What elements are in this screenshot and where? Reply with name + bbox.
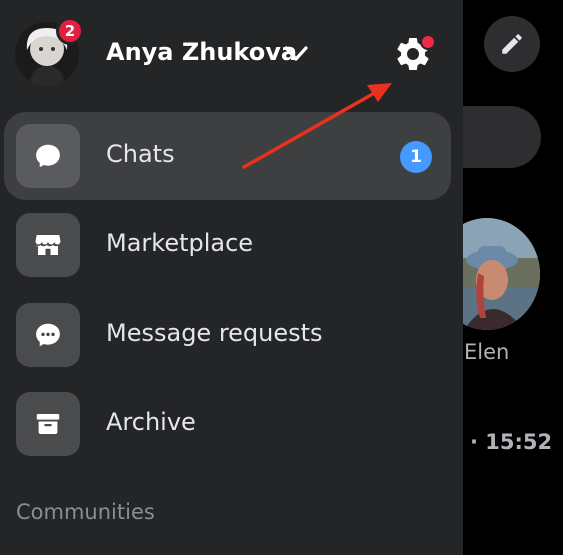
unread-count-badge: 1 [400,141,432,173]
notification-badge: 2 [56,17,84,45]
pencil-icon [502,34,522,54]
settings-notification-dot [420,34,436,50]
navigation-drawer: 2 Anya Zhukova Chats 1 Marketplace Messa… [0,0,463,555]
chevron-down-icon[interactable] [281,42,311,66]
message-requests-icon [16,303,80,367]
search-bar-background[interactable] [463,106,541,168]
menu-item-label: Chats [106,140,175,168]
menu-item-label: Marketplace [106,229,254,257]
menu-item-message-requests[interactable]: Message requests [4,291,451,379]
menu-item-chats[interactable]: Chats 1 [4,112,451,200]
menu-item-archive[interactable]: Archive [4,380,451,468]
chat-bubble-icon [16,124,80,188]
message-timestamp: · 15:52 [470,430,553,454]
menu-item-label: Message requests [106,319,323,347]
archive-box-icon [16,392,80,456]
menu-item-label: Archive [106,408,196,436]
storefront-icon [16,213,80,277]
menu-item-marketplace[interactable]: Marketplace [4,201,451,289]
communities-section-heading: Communities [16,500,155,524]
compose-button[interactable] [484,16,540,72]
drawer-header: 2 Anya Zhukova [0,0,463,105]
profile-name[interactable]: Anya Zhukova [106,38,297,66]
contact-name: Elen [464,340,510,364]
